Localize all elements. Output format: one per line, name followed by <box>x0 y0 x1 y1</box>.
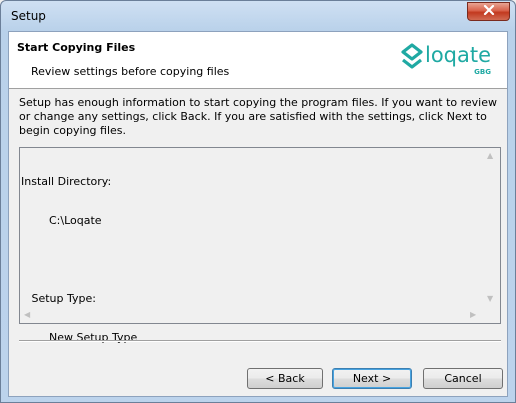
summary-line <box>21 253 137 266</box>
dialog-client: Start Copying Files Review settings befo… <box>8 31 508 397</box>
close-icon <box>483 4 495 18</box>
setup-window: Setup Start Copying Files Review setting… <box>0 0 516 403</box>
back-button[interactable]: < Back <box>247 368 323 389</box>
cancel-button[interactable]: Cancel <box>423 368 503 389</box>
settings-summary-box[interactable]: Install Directory: C:\Loqate Setup Type:… <box>19 147 501 344</box>
summary-line: Setup Type: <box>21 292 96 305</box>
summary-line: C:\Loqate <box>21 214 102 227</box>
scroll-down-icon[interactable]: ▼ <box>487 294 493 303</box>
logo-mark-icon <box>401 43 423 69</box>
title-bar[interactable]: Setup <box>1 1 515 31</box>
scroll-right-icon[interactable]: ▶ <box>470 310 476 319</box>
vertical-scrollbar[interactable]: ▲ ▼ <box>483 148 500 307</box>
wizard-header: Start Copying Files Review settings befo… <box>9 32 507 89</box>
horizontal-scrollbar[interactable]: ◀ ▶ <box>20 306 483 323</box>
loqate-logo: loqate GBG <box>399 38 499 78</box>
page-subtitle: Review settings before copying files <box>31 65 230 78</box>
next-button[interactable]: Next > <box>332 368 412 389</box>
scroll-left-icon[interactable]: ◀ <box>24 310 30 319</box>
page-title: Start Copying Files <box>17 41 136 54</box>
summary-line: New Setup Type <box>21 331 138 344</box>
close-button[interactable] <box>467 2 510 21</box>
logo-word: loqate <box>425 43 491 67</box>
description-text: Setup has enough information to start co… <box>19 96 497 137</box>
scroll-up-icon[interactable]: ▲ <box>487 151 493 160</box>
scroll-corner <box>483 306 500 323</box>
divider <box>19 340 501 342</box>
summary-text: Install Directory: C:\Loqate Setup Type:… <box>21 149 137 370</box>
summary-line: Install Directory: <box>21 175 112 188</box>
window-title: Setup <box>11 9 46 23</box>
logo-tag: GBG <box>474 68 491 76</box>
